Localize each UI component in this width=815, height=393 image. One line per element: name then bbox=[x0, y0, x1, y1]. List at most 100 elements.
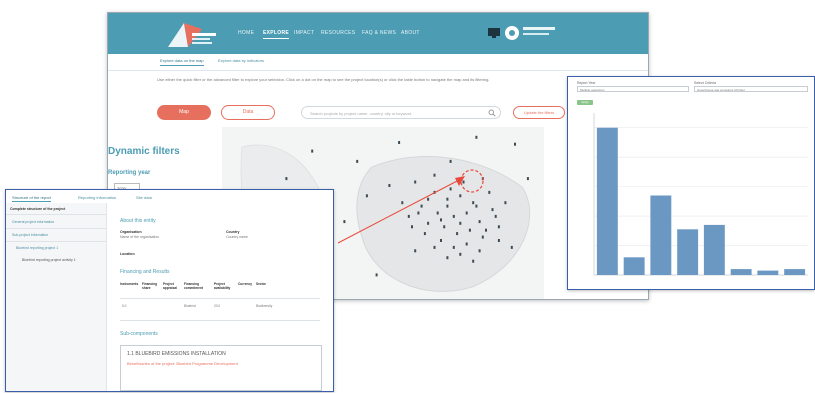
chart-bar[interactable] bbox=[623, 257, 645, 275]
map-marker[interactable] bbox=[407, 214, 410, 218]
map-marker[interactable] bbox=[427, 221, 430, 225]
map-marker[interactable] bbox=[440, 218, 442, 222]
tab-reporting-information[interactable]: Reporting information bbox=[78, 195, 116, 200]
sub-project-card[interactable]: 1.1 BLUEBIRD EMISSIONS INSTALLATION Bene… bbox=[120, 345, 322, 391]
map-marker[interactable] bbox=[388, 184, 391, 187]
nav-explore[interactable]: EXPLORE bbox=[263, 30, 289, 39]
tree-item-bluebird-project[interactable]: Bluebird reporting project 1 bbox=[16, 246, 58, 250]
map-marker[interactable] bbox=[462, 180, 465, 184]
map-marker[interactable] bbox=[452, 214, 455, 218]
chart-bar[interactable] bbox=[730, 269, 752, 275]
map-marker[interactable] bbox=[436, 211, 439, 215]
map-marker[interactable] bbox=[465, 242, 468, 246]
map-marker[interactable] bbox=[504, 201, 507, 205]
map-marker[interactable] bbox=[468, 228, 471, 232]
report-year-filter-dropdown[interactable]: Multiple selections bbox=[577, 86, 689, 92]
map-marker[interactable] bbox=[433, 173, 436, 177]
platform-logo-icon[interactable] bbox=[162, 19, 220, 49]
tab-site-data[interactable]: Site data bbox=[136, 195, 152, 200]
nav-impact[interactable]: IMPACT bbox=[294, 30, 314, 38]
nav-about[interactable]: ABOUT bbox=[401, 30, 420, 38]
tree-divider bbox=[6, 241, 106, 242]
map-marker[interactable] bbox=[526, 177, 529, 181]
map-marker[interactable] bbox=[443, 225, 446, 229]
map-marker[interactable] bbox=[456, 232, 459, 236]
map-marker[interactable] bbox=[465, 211, 468, 215]
partner-logo-text bbox=[523, 27, 555, 30]
map-marker[interactable] bbox=[427, 197, 430, 201]
map-marker[interactable] bbox=[446, 204, 449, 208]
map-marker[interactable] bbox=[491, 208, 494, 212]
map-marker[interactable] bbox=[398, 141, 401, 144]
map-marker[interactable] bbox=[446, 256, 449, 260]
location-label: Location bbox=[120, 252, 135, 256]
map-marker[interactable] bbox=[411, 225, 413, 229]
map-marker[interactable] bbox=[488, 190, 491, 194]
search-input[interactable]: Search projects by project name, country… bbox=[301, 106, 501, 119]
tree-item-general[interactable]: General project information bbox=[12, 220, 54, 224]
map-marker[interactable] bbox=[365, 194, 368, 198]
tree-item-subproject[interactable]: Sub-project information bbox=[12, 233, 48, 237]
map-marker[interactable] bbox=[285, 177, 288, 181]
chart-bar[interactable] bbox=[703, 224, 725, 275]
map-marker[interactable] bbox=[401, 201, 404, 205]
map-marker[interactable] bbox=[449, 187, 452, 191]
chart-bar[interactable] bbox=[650, 195, 672, 276]
map-marker[interactable] bbox=[423, 232, 426, 236]
map-marker[interactable] bbox=[440, 239, 442, 242]
data-button[interactable]: Data bbox=[221, 105, 275, 120]
nav-faq-news[interactable]: FAQ & NEWS bbox=[362, 30, 396, 38]
chart-bar[interactable] bbox=[596, 127, 618, 275]
map-button[interactable]: Map bbox=[157, 105, 211, 120]
map-marker[interactable] bbox=[497, 239, 500, 242]
map-marker[interactable] bbox=[343, 220, 346, 224]
map-marker[interactable] bbox=[497, 225, 500, 229]
chart-bar[interactable] bbox=[784, 269, 806, 275]
update-filters-button[interactable]: Update the filters bbox=[513, 106, 565, 119]
financing-heading[interactable]: Financing and Results bbox=[120, 269, 169, 275]
map-marker[interactable] bbox=[475, 135, 478, 139]
map-marker[interactable] bbox=[433, 245, 436, 249]
map-marker[interactable] bbox=[414, 180, 417, 184]
country-value: Country name bbox=[226, 235, 248, 239]
tree-header: Complete structure of the project bbox=[10, 207, 66, 211]
map-marker[interactable] bbox=[414, 249, 417, 253]
map-marker[interactable] bbox=[375, 273, 378, 277]
map-marker[interactable] bbox=[459, 252, 462, 256]
map-marker[interactable] bbox=[510, 245, 513, 249]
tab-indicators[interactable]: Explore data by indicators bbox=[218, 58, 264, 63]
map-marker[interactable] bbox=[472, 259, 475, 263]
map-marker[interactable] bbox=[485, 228, 487, 232]
map-marker[interactable] bbox=[311, 149, 314, 153]
map-marker[interactable] bbox=[446, 197, 449, 201]
map-marker[interactable] bbox=[356, 159, 359, 163]
map-marker[interactable] bbox=[481, 235, 484, 239]
map-marker[interactable] bbox=[459, 194, 462, 198]
nav-home[interactable]: HOME bbox=[238, 30, 254, 38]
map-marker[interactable] bbox=[417, 211, 420, 215]
tab-map[interactable]: Explore data on the map bbox=[160, 58, 204, 66]
nav-resources[interactable]: RESOURCES bbox=[321, 30, 355, 38]
map-marker[interactable] bbox=[459, 221, 462, 225]
map-marker[interactable] bbox=[478, 249, 481, 253]
map-marker[interactable] bbox=[478, 220, 481, 224]
tab-report-structure[interactable]: Structure of the report bbox=[12, 195, 51, 202]
monitor-icon[interactable] bbox=[487, 26, 501, 40]
chart-bar[interactable] bbox=[757, 270, 779, 275]
apply-chip[interactable]: Apply bbox=[577, 100, 593, 105]
map-marker[interactable] bbox=[475, 204, 478, 208]
sub-project-title[interactable]: 1.1 BLUEBIRD EMISSIONS INSTALLATION bbox=[127, 351, 226, 357]
map-marker[interactable] bbox=[514, 142, 516, 146]
search-icon[interactable] bbox=[488, 109, 496, 117]
chart-bar[interactable] bbox=[677, 229, 699, 275]
map-marker[interactable] bbox=[420, 204, 423, 208]
tree-item-bluebird-activity[interactable]: Bluebird reporting project activity 1 bbox=[22, 258, 76, 262]
sub-components-heading[interactable]: Sub-components bbox=[120, 331, 158, 337]
criteria-filter-dropdown[interactable]: Greenhouse gas emissions (tCO2e) bbox=[694, 86, 808, 92]
map-marker[interactable] bbox=[452, 245, 455, 249]
map-marker[interactable] bbox=[494, 214, 497, 218]
about-entity-heading[interactable]: About this entity bbox=[120, 218, 156, 224]
map-marker[interactable] bbox=[472, 201, 475, 205]
map-marker[interactable] bbox=[433, 190, 436, 194]
map-marker[interactable] bbox=[449, 159, 452, 163]
